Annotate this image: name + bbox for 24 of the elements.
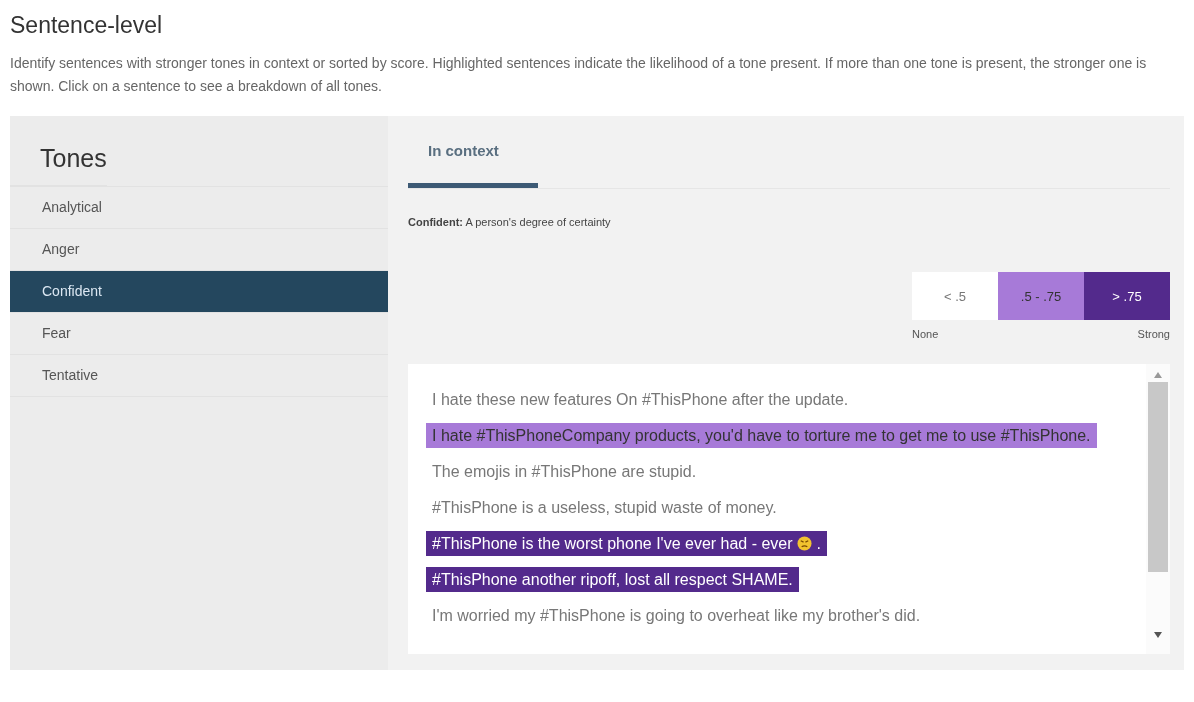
tone-item[interactable]: Confident [10,271,388,313]
sidebar-title: Tones [10,130,107,186]
sentence[interactable]: I hate these new features On #ThisPhone after the update. [426,387,855,412]
legend-label: None [912,328,939,340]
sentence[interactable]: #ThisPhone is the worst phone I've ever had - ever . [426,531,827,556]
sentence[interactable]: The emojis in #ThisPhone are stupid. [426,459,703,484]
section-description: Identify sentences with stronger tones in context or sorted by score. Highlighted sentences indicate the likelihood of a tone present. If more than one tone is present, the stronger one is shown. Click on a sentence to see a breakdown of all tones. [10,54,1148,96]
tone-item[interactable]: Fear [10,313,388,355]
tone-item[interactable]: Tentative [10,355,388,397]
tone-definition: Confident: A person's degree of certainty [408,216,612,228]
scrollbar[interactable] [1146,364,1170,654]
legend-label: Strong [1137,328,1170,340]
score-band: > .75 [1084,272,1170,320]
score-band: .5 - .75 [998,272,1084,320]
tone-item[interactable]: Analytical [10,187,388,229]
sentence[interactable]: I'm worried my #ThisPhone is going to overheat like my brother's did. [426,603,927,628]
sentence[interactable]: #ThisPhone is a useless, stupid waste of money. [426,495,783,520]
section-title: Sentence-level [10,12,164,39]
sentence[interactable]: #ThisPhone another ripoff, lost all respect SHAME. [426,567,799,592]
sentence[interactable]: I hate #ThisPhoneCompany products, you'd have to torture me to get me to use #ThisPhone. [426,423,1097,448]
scroll-up-icon[interactable] [1154,372,1162,378]
score-band: < .5 [912,272,998,320]
scroll-down-icon[interactable] [1154,632,1162,638]
tab[interactable]: In context [408,116,538,188]
